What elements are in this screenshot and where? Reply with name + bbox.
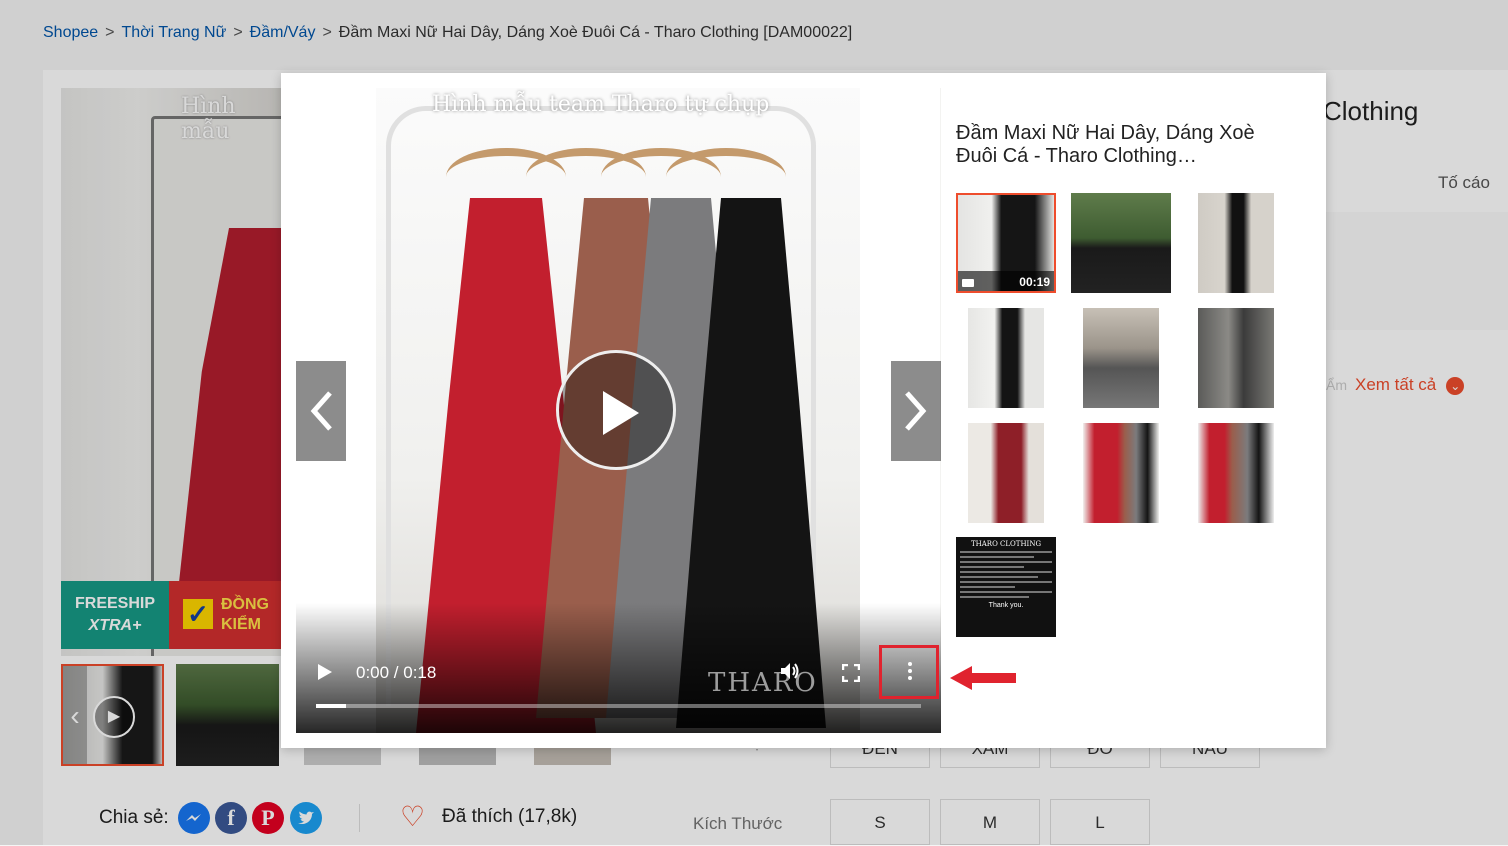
big-play-button[interactable]	[556, 350, 676, 470]
gallery-thumbnail[interactable]	[1071, 193, 1171, 293]
gallery-thumbnail[interactable]	[968, 423, 1044, 523]
video-camera-icon	[962, 279, 974, 287]
product-page: Shopee > Thời Trang Nữ > Đầm/Váy > Đầm Maxi Nữ…	[0, 0, 1508, 845]
gallery-thumbnail[interactable]	[1198, 193, 1274, 293]
fullscreen-icon[interactable]	[841, 663, 861, 687]
gallery-thumbnail[interactable]	[968, 308, 1044, 408]
video-overlay-text: Hình mẫu team Tharo tự chụp	[432, 92, 770, 117]
volume-icon[interactable]	[779, 660, 801, 687]
gallery-thumbnail-info[interactable]: THARO CLOTHING Thank you.	[956, 537, 1056, 637]
more-vertical-icon	[908, 662, 912, 683]
red-arrow-annotation-icon	[950, 664, 1016, 697]
video-progress-fill	[316, 704, 347, 708]
chevron-right-icon	[905, 391, 927, 431]
gallery-thumbnail-video[interactable]: 00:19	[956, 193, 1056, 293]
next-media-button[interactable]	[891, 361, 941, 461]
chevron-left-icon	[310, 391, 332, 431]
more-options-button[interactable]	[879, 645, 939, 699]
play-icon	[603, 391, 639, 435]
play-icon[interactable]	[318, 664, 332, 685]
video-player[interactable]: Hình mẫu team Tharo tự chụp THARO 0:00 /…	[296, 88, 941, 733]
modal-product-title: Đầm Maxi Nữ Hai Dây, Dáng Xoè Đuôi Cá - …	[956, 122, 1255, 167]
info-thumb-footer: Thank you.	[988, 602, 1024, 609]
video-duration: 00:19	[1019, 275, 1050, 289]
video-watermark: THARO	[708, 668, 818, 698]
gallery-thumbnail[interactable]	[1083, 308, 1159, 408]
gallery-thumbnail[interactable]	[1198, 308, 1274, 408]
gallery-thumbnail[interactable]	[1083, 423, 1159, 523]
info-thumb-heading: THARO CLOTHING	[970, 540, 1042, 548]
gallery-thumbnail[interactable]	[1198, 423, 1274, 523]
video-progress-bar[interactable]	[316, 704, 921, 708]
hanger-graphic	[666, 148, 786, 206]
prev-media-button[interactable]	[296, 361, 346, 461]
video-time: 0:00 / 0:18	[356, 663, 437, 682]
